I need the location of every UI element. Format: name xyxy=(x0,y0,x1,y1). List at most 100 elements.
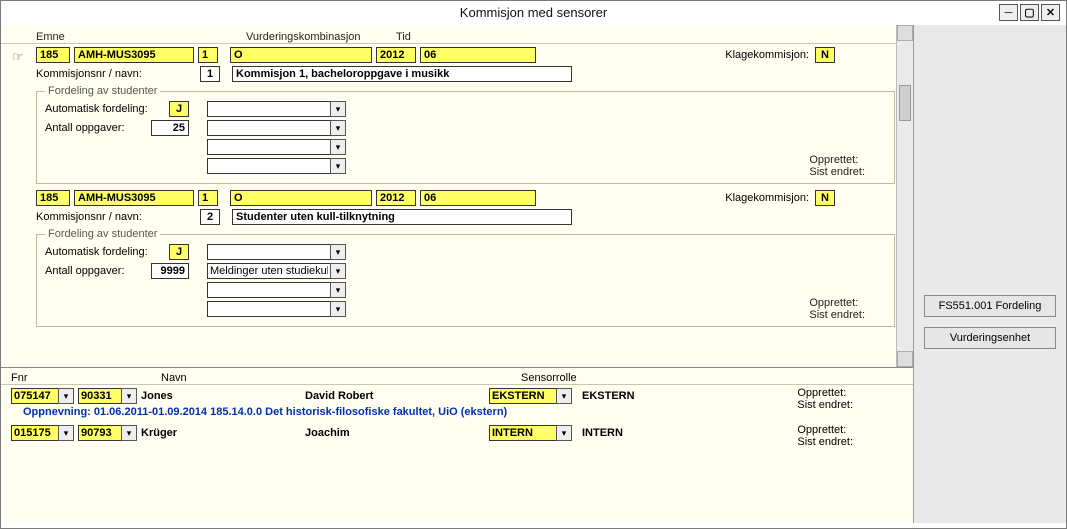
slot-select[interactable]: ▾ xyxy=(207,101,346,117)
year-field[interactable]: 2012 xyxy=(376,47,416,63)
col-tid: Tid xyxy=(396,31,516,43)
chevron-down-icon[interactable]: ▾ xyxy=(556,425,572,441)
slot-input[interactable] xyxy=(207,301,331,317)
chevron-down-icon[interactable]: ▾ xyxy=(330,101,346,117)
emne-version[interactable]: 1 xyxy=(198,190,218,206)
antall-field[interactable]: 9999 xyxy=(151,263,189,279)
opprettet-label: Opprettet: xyxy=(797,424,853,436)
fs-fordeling-button[interactable]: FS551.001 Fordeling xyxy=(924,295,1056,317)
vurderingsenhet-button[interactable]: Vurderingsenhet xyxy=(924,327,1056,349)
fornavn: David Robert xyxy=(305,390,485,402)
antall-label: Antall oppgaver: xyxy=(45,265,145,277)
etternavn: Jones xyxy=(141,390,301,402)
chevron-down-icon[interactable]: ▾ xyxy=(330,263,346,279)
fordeling-legend: Fordeling av studenter xyxy=(45,85,160,97)
slot-input[interactable] xyxy=(207,263,331,279)
minimize-button[interactable]: ─ xyxy=(999,4,1018,21)
fornavn: Joachim xyxy=(305,427,485,439)
sensor-meta: Opprettet:Sist endret: xyxy=(797,387,853,411)
kommnr-field[interactable]: 1 xyxy=(200,66,220,82)
sistendret-label: Sist endret: xyxy=(809,166,865,178)
commissions-panel: Emne Vurderingskombinasjon Tid ☞185AMH-M… xyxy=(1,25,913,368)
col-rolle: Sensorrolle xyxy=(521,372,721,384)
slot-input[interactable] xyxy=(207,101,331,117)
slot-select[interactable]: ▾ xyxy=(207,158,346,174)
vkomb-field[interactable]: O xyxy=(230,47,372,63)
auto-field[interactable]: J xyxy=(169,244,189,260)
sensor-row: ▾▾KrügerJoachim▾INTERNOpprettet:Sist end… xyxy=(1,422,913,441)
emne-code-1[interactable]: 185 xyxy=(36,47,70,63)
emne-code-1[interactable]: 185 xyxy=(36,190,70,206)
block-meta: Opprettet:Sist endret: xyxy=(809,154,865,178)
klagekommisjon-field[interactable]: N xyxy=(815,47,835,63)
slot-input[interactable] xyxy=(207,120,331,136)
slot-input[interactable] xyxy=(207,139,331,155)
pointer-icon: ☞ xyxy=(12,49,24,65)
chevron-down-icon[interactable]: ▾ xyxy=(58,425,74,441)
chevron-down-icon[interactable]: ▾ xyxy=(330,158,346,174)
slot-input[interactable] xyxy=(207,244,331,260)
rolle-text: EKSTERN xyxy=(582,390,635,402)
scrollbar[interactable] xyxy=(896,25,913,367)
fnr2-select[interactable]: ▾ xyxy=(78,425,137,441)
fordeling-fieldset: Fordeling av studenter Automatisk fordeli… xyxy=(36,85,895,184)
block-meta: Opprettet:Sist endret: xyxy=(809,297,865,321)
fnr2-select[interactable]: ▾ xyxy=(78,388,137,404)
slot-select[interactable]: ▾ xyxy=(207,244,346,260)
kommnr-label: Kommisjonsnr / navn: xyxy=(36,211,196,223)
scroll-thumb[interactable] xyxy=(899,85,911,121)
fnr2-input[interactable] xyxy=(78,425,122,441)
emne-version[interactable]: 1 xyxy=(198,47,218,63)
chevron-down-icon[interactable]: ▾ xyxy=(121,425,137,441)
slot-select[interactable]: ▾ xyxy=(207,282,346,298)
close-button[interactable]: ✕ xyxy=(1041,4,1060,21)
fnr1-select[interactable]: ▾ xyxy=(11,388,74,404)
scroll-up-icon[interactable] xyxy=(897,25,913,41)
slot-select[interactable]: ▾ xyxy=(207,301,346,317)
sistendret-label: Sist endret: xyxy=(809,309,865,321)
slot-input[interactable] xyxy=(207,282,331,298)
sistendret-label: Sist endret: xyxy=(797,436,853,448)
sensors-panel: Fnr Navn Sensorrolle ▾▾JonesDavid Robert… xyxy=(1,368,913,523)
kommnavn-field[interactable]: Kommisjon 1, bacheloroppgave i musikk xyxy=(232,66,572,82)
kommnavn-field[interactable]: Studenter uten kull-tilknytning xyxy=(232,209,572,225)
fnr2-input[interactable] xyxy=(78,388,122,404)
kommnr-field[interactable]: 2 xyxy=(200,209,220,225)
vkomb-field[interactable]: O xyxy=(230,190,372,206)
sensor-row: ▾▾JonesDavid Robert▾EKSTERNOpprettet:Sis… xyxy=(1,385,913,404)
commission-block: ☞185AMH-MUS30951O201206Klagekommisjon:NK… xyxy=(36,47,895,184)
emne-code-2[interactable]: AMH-MUS3095 xyxy=(74,47,194,63)
slot-select[interactable]: ▾ xyxy=(207,263,346,279)
chevron-down-icon[interactable]: ▾ xyxy=(330,139,346,155)
emne-code-2[interactable]: AMH-MUS3095 xyxy=(74,190,194,206)
chevron-down-icon[interactable]: ▾ xyxy=(121,388,137,404)
fnr1-input[interactable] xyxy=(11,388,59,404)
chevron-down-icon[interactable]: ▾ xyxy=(330,120,346,136)
slot-select[interactable]: ▾ xyxy=(207,139,346,155)
auto-label: Automatisk fordeling: xyxy=(45,246,163,258)
antall-field[interactable]: 25 xyxy=(151,120,189,136)
slot-input[interactable] xyxy=(207,158,331,174)
rolle-input[interactable] xyxy=(489,388,557,404)
chevron-down-icon[interactable]: ▾ xyxy=(330,244,346,260)
chevron-down-icon[interactable]: ▾ xyxy=(556,388,572,404)
scroll-down-icon[interactable] xyxy=(897,351,913,367)
chevron-down-icon[interactable]: ▾ xyxy=(58,388,74,404)
chevron-down-icon[interactable]: ▾ xyxy=(330,301,346,317)
auto-field[interactable]: J xyxy=(169,101,189,117)
sensor-meta: Opprettet:Sist endret: xyxy=(797,424,853,448)
chevron-down-icon[interactable]: ▾ xyxy=(330,282,346,298)
slot-select[interactable]: ▾ xyxy=(207,120,346,136)
rolle-select[interactable]: ▾ xyxy=(489,425,572,441)
fnr1-select[interactable]: ▾ xyxy=(11,425,74,441)
rolle-input[interactable] xyxy=(489,425,557,441)
year-field[interactable]: 2012 xyxy=(376,190,416,206)
rolle-select[interactable]: ▾ xyxy=(489,388,572,404)
month-field[interactable]: 06 xyxy=(420,47,536,63)
auto-label: Automatisk fordeling: xyxy=(45,103,163,115)
antall-label: Antall oppgaver: xyxy=(45,122,145,134)
maximize-button[interactable]: ▢ xyxy=(1020,4,1039,21)
fnr1-input[interactable] xyxy=(11,425,59,441)
month-field[interactable]: 06 xyxy=(420,190,536,206)
klagekommisjon-field[interactable]: N xyxy=(815,190,835,206)
